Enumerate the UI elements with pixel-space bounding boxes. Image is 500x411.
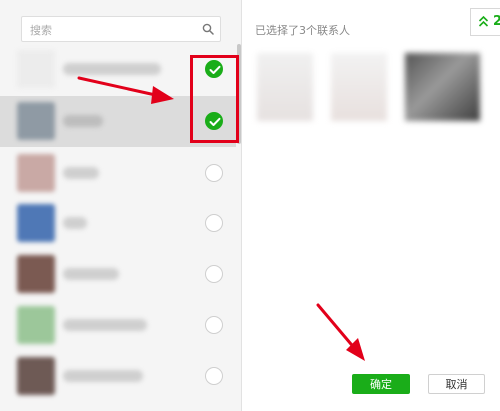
search-icon[interactable] bbox=[202, 23, 214, 35]
contact-name bbox=[63, 217, 87, 229]
annotation-highlight-box bbox=[190, 55, 239, 143]
contact-name bbox=[63, 319, 147, 331]
contact-name bbox=[63, 63, 161, 75]
confirm-button[interactable]: 确定 bbox=[352, 374, 410, 394]
collapse-button[interactable]: 2 bbox=[470, 8, 500, 36]
selected-contact-avatar[interactable] bbox=[405, 53, 480, 121]
avatar bbox=[17, 306, 55, 344]
search-input[interactable] bbox=[28, 20, 202, 40]
contact-row[interactable] bbox=[0, 249, 236, 300]
annotation-arrow-to-confirm bbox=[316, 303, 365, 361]
contact-row[interactable] bbox=[0, 198, 236, 249]
contact-row[interactable] bbox=[0, 148, 236, 199]
avatar bbox=[17, 50, 55, 88]
checkbox[interactable] bbox=[205, 316, 223, 334]
checkbox[interactable] bbox=[205, 214, 223, 232]
cancel-button[interactable]: 取消 bbox=[428, 374, 485, 394]
search-box[interactable] bbox=[21, 16, 221, 42]
contact-name bbox=[63, 115, 103, 127]
avatar bbox=[17, 357, 55, 395]
selected-contact-avatar[interactable] bbox=[257, 53, 313, 121]
avatar bbox=[17, 102, 55, 140]
contact-name bbox=[63, 370, 143, 382]
selected-count-label: 已选择了3个联系人 bbox=[255, 24, 350, 37]
contact-name bbox=[63, 268, 119, 280]
contact-row[interactable] bbox=[0, 300, 236, 351]
selected-contact-avatar[interactable] bbox=[331, 53, 387, 121]
avatar bbox=[17, 255, 55, 293]
checkbox[interactable] bbox=[205, 164, 223, 182]
contact-name bbox=[63, 167, 99, 179]
checkbox[interactable] bbox=[205, 265, 223, 283]
contact-row[interactable] bbox=[0, 351, 236, 402]
avatar bbox=[17, 204, 55, 242]
chevron-double-up-icon bbox=[478, 15, 489, 27]
collapse-badge: 2 bbox=[493, 14, 500, 29]
avatar bbox=[17, 154, 55, 192]
checkbox[interactable] bbox=[205, 367, 223, 385]
